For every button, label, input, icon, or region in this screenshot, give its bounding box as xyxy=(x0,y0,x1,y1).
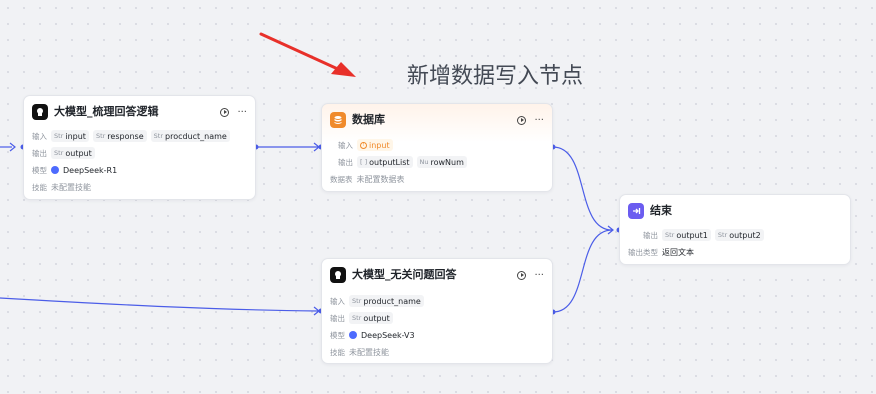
wire-llm2-to-end xyxy=(552,229,613,313)
skills-row: 技能 未配置技能 xyxy=(32,180,91,194)
outputs-row: 输出 Str output xyxy=(330,311,397,325)
inputs-label: 输入 xyxy=(330,296,345,306)
exit-icon xyxy=(628,203,644,219)
more-options-icon[interactable]: ··· xyxy=(534,270,544,280)
node-title: 大模型_无关问题回答 xyxy=(352,268,457,281)
node-llm-irrelevant-answer[interactable]: 大模型_无关问题回答 ··· 输入 Str product_name 输出 Str… xyxy=(321,258,553,364)
output-type-row: 输出类型 返回文本 xyxy=(628,245,694,259)
more-options-icon[interactable]: ··· xyxy=(534,115,544,125)
outputs-label: 输出 xyxy=(338,157,353,167)
node-llm-answer-logic[interactable]: 大模型_梳理回答逻辑 ··· 输入 Str input Str response S… xyxy=(23,95,256,200)
node-header: 大模型_梳理回答逻辑 ··· xyxy=(32,104,247,120)
inputs-row: 输入 Str input Str response Str procduct_name xyxy=(32,129,234,143)
outputs-row: 输出 Str output xyxy=(32,146,99,160)
input-param: Str input xyxy=(51,130,89,142)
skills-value: 未配置技能 xyxy=(51,182,91,192)
input-param: Str procduct_name xyxy=(150,130,230,142)
outputs-label: 输出 xyxy=(32,148,47,158)
database-icon xyxy=(330,112,346,128)
input-param: Str response xyxy=(92,130,147,142)
output-param: Str output xyxy=(349,312,393,324)
table-row: 数据表 未配置数据表 xyxy=(330,172,405,186)
deepseek-whale-icon xyxy=(51,166,59,174)
skills-label: 技能 xyxy=(330,347,345,357)
table-label: 数据表 xyxy=(330,174,353,184)
skills-row: 技能 未配置技能 xyxy=(330,345,389,359)
output-param: Str output xyxy=(51,147,95,159)
model-label: 模型 xyxy=(330,330,345,340)
inputs-row: 输入 Str product_name xyxy=(330,294,428,308)
table-value: 未配置数据表 xyxy=(356,174,405,184)
skills-value: 未配置技能 xyxy=(349,347,389,357)
output-param: Nu rowNum xyxy=(416,156,467,168)
model-name: DeepSeek-R1 xyxy=(63,165,118,175)
node-header: 结束 xyxy=(628,203,842,219)
run-node-icon[interactable] xyxy=(517,115,527,125)
outputs-label: 输出 xyxy=(330,313,345,323)
output-type-value: 返回文本 xyxy=(662,247,694,257)
inputs-label: 输入 xyxy=(32,131,47,141)
node-title: 大模型_梳理回答逻辑 xyxy=(54,105,159,118)
annotation-text: 新增数据写入节点 xyxy=(407,64,584,89)
model-row: 模型 DeepSeek-R1 xyxy=(32,163,117,177)
output-param: [ ] outputList xyxy=(357,156,413,168)
node-title: 数据库 xyxy=(352,113,385,126)
output-type-label: 输出类型 xyxy=(628,247,658,257)
wire-entry-to-llm2 xyxy=(0,297,319,312)
inputs-row: 输入 ! input xyxy=(338,138,397,152)
node-title: 结束 xyxy=(650,204,672,217)
output-param: Str output1 xyxy=(662,229,711,241)
warning-icon: ! xyxy=(360,141,367,149)
model-label: 模型 xyxy=(32,165,47,175)
outputs-label: 输出 xyxy=(643,230,658,240)
outputs-row: 输出 [ ] outputList Nu rowNum xyxy=(338,155,471,169)
model-name: DeepSeek-V3 xyxy=(361,330,415,340)
run-node-icon[interactable] xyxy=(517,270,527,280)
input-param: Str product_name xyxy=(349,295,424,307)
llm-icon xyxy=(32,104,48,120)
deepseek-whale-icon xyxy=(349,331,357,339)
input-param-warning: ! input xyxy=(357,139,393,151)
node-header: 数据库 ··· xyxy=(330,112,544,128)
node-header: 大模型_无关问题回答 ··· xyxy=(330,267,544,283)
run-node-icon[interactable] xyxy=(220,107,230,117)
skills-label: 技能 xyxy=(32,182,47,192)
node-end[interactable]: 结束 输出 Str output1 Str output2 输出类型 返回文本 xyxy=(619,194,851,265)
more-options-icon[interactable]: ··· xyxy=(237,107,247,117)
model-row: 模型 DeepSeek-V3 xyxy=(330,328,415,342)
inputs-label: 输入 xyxy=(338,140,353,150)
output-param: Str output2 xyxy=(714,229,764,241)
outputs-row: 输出 Str output1 Str output2 xyxy=(643,228,768,242)
wire-db-to-end xyxy=(552,146,613,231)
llm-icon xyxy=(330,267,346,283)
node-database[interactable]: 数据库 ··· 输入 ! input 输出 [ ] outputList Nu row… xyxy=(321,103,553,192)
